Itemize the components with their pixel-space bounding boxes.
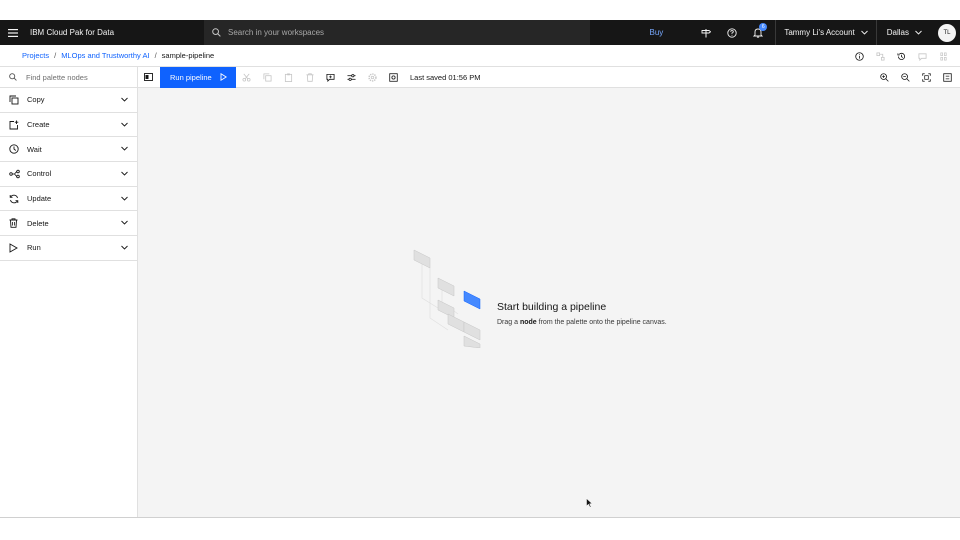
run-pipeline-button[interactable]: Run pipeline xyxy=(160,66,236,88)
global-search-input[interactable]: Search in your workspaces xyxy=(204,20,590,45)
palette-item-label: Copy xyxy=(27,95,45,105)
zoom-in-icon[interactable] xyxy=(874,67,895,88)
play-icon xyxy=(220,73,227,81)
palette-item-run[interactable]: Run xyxy=(0,236,137,261)
pipeline-illustration xyxy=(413,249,481,348)
search-icon xyxy=(212,28,221,37)
cut-icon[interactable] xyxy=(236,67,257,88)
search-icon xyxy=(9,73,17,81)
empty-state-title: Start building a pipeline xyxy=(497,301,607,313)
copy-icon xyxy=(0,95,27,105)
empty-desc-bold: node xyxy=(519,319,537,326)
gear-icon[interactable] xyxy=(362,67,383,88)
history-icon[interactable] xyxy=(891,52,912,61)
chat-icon xyxy=(912,52,933,61)
control-icon xyxy=(0,169,27,179)
copy-icon[interactable] xyxy=(257,67,278,88)
app-window: IBM Cloud Pak for Data Search in your wo… xyxy=(0,20,960,518)
paste-icon[interactable] xyxy=(278,67,299,88)
branch-icon xyxy=(870,51,891,61)
breadcrumb-current: sample-pipeline xyxy=(161,51,215,60)
refresh-icon xyxy=(0,194,27,204)
zoom-out-icon[interactable] xyxy=(895,67,916,88)
user-avatar[interactable]: TL xyxy=(938,23,956,42)
notification-badge: 6 xyxy=(759,23,768,31)
breadcrumb-projects[interactable]: Projects xyxy=(22,51,49,60)
last-saved-text: Last saved 01:56 PM xyxy=(410,72,481,82)
properties-panel-icon[interactable] xyxy=(937,67,958,88)
palette-item-update[interactable]: Update xyxy=(0,187,137,212)
parameters-icon[interactable] xyxy=(383,67,404,88)
chevron-down-icon xyxy=(121,122,128,127)
palette-item-label: Update xyxy=(27,194,52,204)
palette-search-placeholder: Find palette nodes xyxy=(26,72,88,82)
pipeline-toolbar: Run pipeline Last saved 01:56 PM xyxy=(138,66,960,88)
palette-item-label: Run xyxy=(27,243,41,253)
palette-search-input[interactable]: Find palette nodes xyxy=(0,67,137,88)
chevron-down-icon xyxy=(915,30,922,35)
toggle-palette-icon[interactable] xyxy=(138,67,159,88)
play-icon xyxy=(0,243,27,253)
breadcrumb-separator: / xyxy=(154,51,157,60)
more-options-icon xyxy=(933,52,954,61)
region-switcher[interactable]: Dallas xyxy=(875,20,932,45)
account-label: Tammy Li's Account xyxy=(784,28,855,37)
account-switcher[interactable]: Tammy Li's Account xyxy=(775,20,875,45)
settings-sliders-icon[interactable] xyxy=(341,67,362,88)
empty-desc-text: Drag a xyxy=(497,319,520,326)
help-icon[interactable] xyxy=(719,20,745,45)
signpost-icon[interactable] xyxy=(693,20,719,45)
chevron-down-icon xyxy=(121,221,128,226)
breadcrumb: Projects / MLOps and Trustworthy AI / sa… xyxy=(0,45,960,67)
hamburger-menu-icon[interactable] xyxy=(0,20,26,45)
search-placeholder: Search in your workspaces xyxy=(228,28,325,37)
buy-link[interactable]: Buy xyxy=(650,28,664,37)
palette-item-label: Create xyxy=(27,120,50,130)
palette-item-label: Control xyxy=(27,169,52,179)
breadcrumb-project[interactable]: MLOps and Trustworthy AI xyxy=(61,51,149,60)
mouse-cursor-icon xyxy=(586,498,593,508)
palette-item-create[interactable]: Create xyxy=(0,113,137,138)
top-header: IBM Cloud Pak for Data Search in your wo… xyxy=(0,20,960,45)
comment-icon[interactable] xyxy=(320,67,341,88)
palette-item-control[interactable]: Control xyxy=(0,162,137,187)
chevron-down-icon xyxy=(121,196,128,201)
clock-icon xyxy=(0,144,27,154)
chevron-down-icon xyxy=(121,245,128,250)
create-icon xyxy=(0,120,27,130)
empty-desc-text: from the palette onto the pipeline canva… xyxy=(536,319,667,326)
trash-icon xyxy=(0,218,27,229)
notifications-icon[interactable]: 6 xyxy=(745,20,771,45)
chevron-down-icon xyxy=(121,171,128,176)
breadcrumb-separator: / xyxy=(54,51,57,60)
fit-to-screen-icon[interactable] xyxy=(916,67,937,88)
palette-item-label: Delete xyxy=(27,218,49,228)
product-name[interactable]: IBM Cloud Pak for Data xyxy=(30,28,205,37)
node-palette: Find palette nodes Copy Create Wait Cont… xyxy=(0,67,138,517)
info-icon[interactable] xyxy=(849,51,870,61)
chevron-down-icon xyxy=(121,147,128,152)
palette-item-wait[interactable]: Wait xyxy=(0,137,137,163)
run-pipeline-label: Run pipeline xyxy=(170,72,212,82)
palette-item-delete[interactable]: Delete xyxy=(0,211,137,237)
pipeline-canvas[interactable]: Start building a pipeline Drag a node fr… xyxy=(138,88,960,517)
chevron-down-icon xyxy=(121,97,128,102)
palette-item-label: Wait xyxy=(27,144,42,154)
region-label: Dallas xyxy=(886,28,909,37)
palette-item-copy[interactable]: Copy xyxy=(0,88,137,113)
empty-state-description: Drag a node from the palette onto the pi… xyxy=(497,319,667,326)
trash-icon[interactable] xyxy=(299,67,320,88)
chevron-down-icon xyxy=(860,30,868,35)
